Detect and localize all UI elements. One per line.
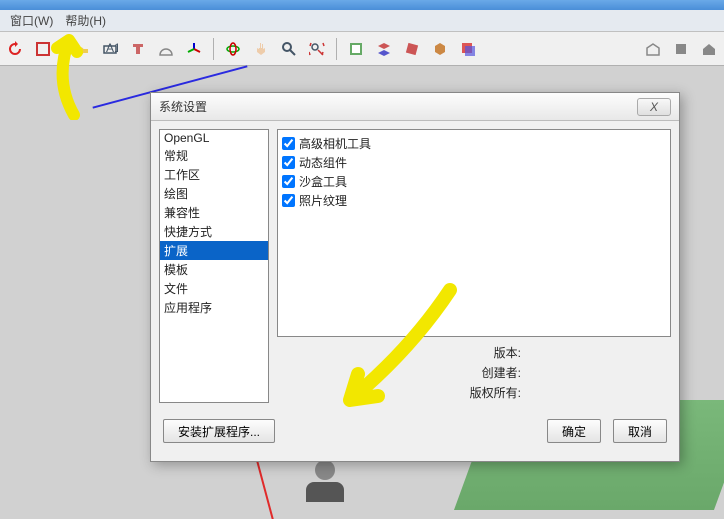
zoom-extents-icon[interactable] xyxy=(306,38,328,60)
outliner-icon[interactable] xyxy=(345,38,367,60)
extension-checkbox[interactable] xyxy=(282,175,295,188)
extension-checkbox[interactable] xyxy=(282,156,295,169)
zoom-icon[interactable] xyxy=(278,38,300,60)
text-icon[interactable] xyxy=(127,38,149,60)
pan-icon[interactable] xyxy=(250,38,272,60)
creator-label: 创建者: xyxy=(277,363,671,383)
category-list[interactable]: OpenGL常规工作区绘图兼容性快捷方式扩展模板文件应用程序 xyxy=(159,129,269,403)
system-settings-dialog: 系统设置 X OpenGL常规工作区绘图兼容性快捷方式扩展模板文件应用程序 高级… xyxy=(150,92,680,462)
refresh-icon[interactable] xyxy=(4,38,26,60)
orbit-icon[interactable] xyxy=(222,38,244,60)
close-button[interactable]: X xyxy=(637,98,671,116)
install-extension-button[interactable]: 安装扩展程序... xyxy=(163,419,275,443)
extension-checkbox[interactable] xyxy=(282,137,295,150)
dialog-title: 系统设置 xyxy=(159,98,637,115)
extension-checkbox-row[interactable]: 照片纹理 xyxy=(282,191,666,210)
menu-window[interactable]: 窗口(W) xyxy=(4,10,59,31)
extension-label: 高级相机工具 xyxy=(299,135,371,152)
styles-icon[interactable] xyxy=(429,38,451,60)
components-icon[interactable] xyxy=(670,38,692,60)
category-item[interactable]: 快捷方式 xyxy=(160,222,268,241)
extension-meta: 版本: 创建者: 版权所有: xyxy=(277,337,671,403)
category-item[interactable]: OpenGL xyxy=(160,130,268,146)
tape-icon[interactable] xyxy=(71,38,93,60)
category-item[interactable]: 工作区 xyxy=(160,165,268,184)
protractor-icon[interactable] xyxy=(155,38,177,60)
svg-text:A1: A1 xyxy=(106,41,118,55)
category-item[interactable]: 文件 xyxy=(160,279,268,298)
extension-checkbox-row[interactable]: 沙盒工具 xyxy=(282,172,666,191)
separator xyxy=(336,38,337,60)
extension-checkbox[interactable] xyxy=(282,194,295,207)
extension-label: 照片纹理 xyxy=(299,192,347,209)
toolbar: A1 xyxy=(0,32,724,66)
category-item[interactable]: 模板 xyxy=(160,260,268,279)
extension-checkbox-row[interactable]: 动态组件 xyxy=(282,153,666,172)
category-item[interactable]: 常规 xyxy=(160,146,268,165)
cancel-button[interactable]: 取消 xyxy=(613,419,667,443)
ok-button[interactable]: 确定 xyxy=(547,419,601,443)
section-icon[interactable] xyxy=(401,38,423,60)
version-label: 版本: xyxy=(277,343,671,363)
separator xyxy=(213,38,214,60)
copyright-label: 版权所有: xyxy=(277,383,671,403)
dialog-titlebar[interactable]: 系统设置 X xyxy=(151,93,679,121)
separator xyxy=(62,38,63,60)
category-item[interactable]: 兼容性 xyxy=(160,203,268,222)
category-item[interactable]: 扩展 xyxy=(160,241,268,260)
axes-icon[interactable] xyxy=(183,38,205,60)
dimension-icon[interactable]: A1 xyxy=(99,38,121,60)
extensions-list: 高级相机工具动态组件沙盒工具照片纹理 xyxy=(277,129,671,337)
extension-label: 沙盒工具 xyxy=(299,173,347,190)
scale-figure xyxy=(280,460,370,500)
category-item[interactable]: 绘图 xyxy=(160,184,268,203)
home-icon[interactable] xyxy=(698,38,720,60)
shadows-icon[interactable] xyxy=(457,38,479,60)
extension-checkbox-row[interactable]: 高级相机工具 xyxy=(282,134,666,153)
menubar: 窗口(W) 帮助(H) xyxy=(0,10,724,32)
layers-icon[interactable] xyxy=(373,38,395,60)
category-item[interactable]: 应用程序 xyxy=(160,298,268,317)
extension-label: 动态组件 xyxy=(299,154,347,171)
warehouse-icon[interactable] xyxy=(642,38,664,60)
new-doc-icon[interactable] xyxy=(32,38,54,60)
menu-help[interactable]: 帮助(H) xyxy=(59,10,112,31)
window-titlebar xyxy=(0,0,724,10)
